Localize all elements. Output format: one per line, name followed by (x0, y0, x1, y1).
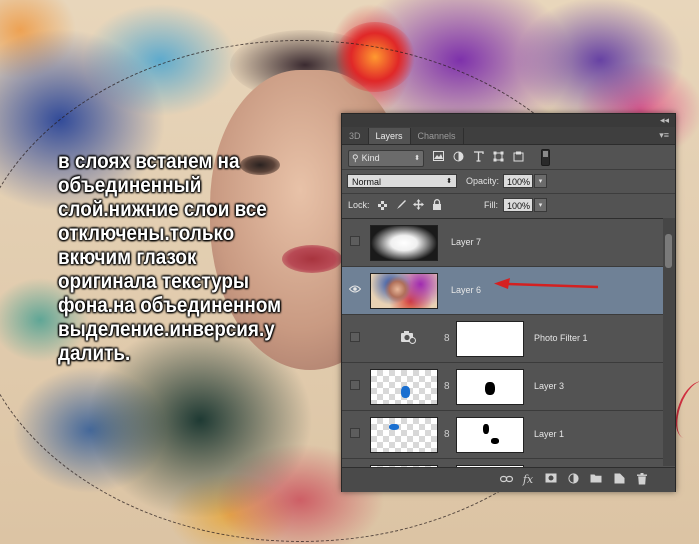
layer-thumbnail (370, 273, 438, 309)
tab-layers[interactable]: Layers (368, 128, 411, 144)
visibility-toggle[interactable] (350, 332, 360, 342)
opacity-input[interactable]: 100% (503, 174, 533, 188)
divider (342, 193, 675, 194)
visibility-toggle[interactable] (350, 428, 360, 438)
layer-name: Layer 1 (534, 429, 565, 439)
fill-slider-button[interactable]: ▾ (534, 198, 547, 212)
filter-kind-select[interactable]: ⚲ Kind ⬍ (348, 150, 424, 167)
visibility-toggle[interactable] (350, 236, 360, 246)
opacity-slider-button[interactable]: ▾ (534, 174, 547, 188)
layer-row-layer-1[interactable]: 8 Layer 1 (342, 411, 663, 459)
mask-shape (483, 424, 489, 434)
fill-label: Fill: (484, 200, 498, 210)
panel-footer: fx (342, 467, 675, 492)
fx-icon[interactable]: fx (521, 473, 535, 487)
layer-row-layer-7[interactable]: Layer 7 (342, 219, 663, 267)
tab-3d[interactable]: 3D (342, 128, 369, 144)
photo-filter-adjustment-icon (400, 330, 416, 346)
eye-icon[interactable] (348, 284, 362, 294)
mask-shape (485, 382, 495, 395)
panel-title-bar[interactable]: ◂◂ (342, 114, 675, 127)
layer-mask-thumbnail[interactable] (456, 417, 524, 453)
layer-thumbnail (370, 417, 438, 453)
trash-icon[interactable] (635, 473, 649, 487)
mask-link-icon[interactable]: 8 (444, 333, 450, 345)
mask-link-icon[interactable]: 8 (444, 429, 450, 441)
smart-object-filter-icon[interactable] (512, 151, 525, 164)
pixel-filter-icon[interactable] (432, 151, 445, 164)
mask-link-icon[interactable]: 8 (444, 381, 450, 393)
blend-row: Normal ⬍ Opacity: 100% ▾ (342, 171, 675, 193)
layer-mask-thumbnail[interactable] (456, 321, 524, 357)
red-arrow-annotation (494, 278, 598, 289)
fill-input[interactable]: 100% (503, 198, 533, 212)
shape-filter-icon[interactable] (492, 151, 505, 164)
link-icon[interactable] (499, 473, 513, 487)
layer-name: Layer 3 (534, 381, 565, 391)
layer-name: Photo Filter 1 (534, 333, 588, 343)
lock-all-icon[interactable] (431, 199, 443, 211)
layer-mask-thumbnail[interactable] (456, 369, 524, 405)
filter-kind-label: Kind (361, 153, 380, 163)
opacity-label: Opacity: (466, 176, 500, 186)
instruction-caption: в слоях встанем на объединенный слой.ниж… (58, 150, 282, 365)
panel-menu-icon[interactable]: ▾≡ (659, 130, 669, 141)
scrollbar-thumb[interactable] (665, 234, 672, 268)
filter-toggle-switch[interactable] (541, 149, 550, 166)
layer-filter-row: ⚲ Kind ⬍ (342, 148, 675, 170)
layers-panel: ◂◂ 3D Layers Channels ▾≡ ⚲ Kind ⬍ Normal… (341, 113, 676, 492)
new-group-icon[interactable] (589, 473, 603, 487)
search-icon: ⚲ (352, 153, 359, 163)
adjustment-filter-icon[interactable] (452, 151, 465, 164)
layer-name: Layer 6 (451, 285, 482, 295)
tab-channels[interactable]: Channels (411, 128, 464, 144)
panel-tabs: 3D Layers Channels ▾≡ (342, 127, 675, 145)
lock-label: Lock: (348, 200, 370, 210)
new-layer-icon[interactable] (612, 473, 626, 487)
layer-list: Layer 7 Layer 6 8 Photo Filter 1 8 Layer… (342, 218, 663, 467)
layer-name: Layer 7 (451, 237, 482, 247)
visibility-toggle[interactable] (350, 380, 360, 390)
dropdown-arrow-icon: ⬍ (446, 178, 452, 185)
lock-position-icon[interactable] (412, 199, 424, 211)
lock-row: Lock: Fill: 100% ▾ (342, 195, 675, 217)
dropdown-arrow-icon: ⬍ (414, 155, 420, 162)
blue-shape (389, 424, 399, 430)
adjustment-layer-icon[interactable] (566, 473, 580, 487)
lock-image-pixels-icon[interactable] (395, 199, 407, 211)
layer-thumbnail (370, 369, 438, 405)
divider (342, 169, 675, 170)
lock-transparent-pixels-icon[interactable] (378, 201, 387, 210)
add-mask-icon[interactable] (544, 473, 558, 487)
layer-row-photo-filter-1[interactable]: 8 Photo Filter 1 (342, 315, 663, 363)
layer-row-partial[interactable] (342, 459, 663, 467)
collapse-icon[interactable]: ◂◂ (660, 115, 669, 126)
layer-row-layer-3[interactable]: 8 Layer 3 (342, 363, 663, 411)
blend-mode-value: Normal (352, 177, 382, 187)
mask-shape (491, 438, 499, 444)
blue-shape (401, 386, 410, 398)
type-filter-icon[interactable] (472, 151, 485, 164)
layer-list-scrollbar[interactable] (663, 218, 675, 466)
layer-thumbnail (370, 225, 438, 261)
blend-mode-select[interactable]: Normal ⬍ (347, 174, 457, 188)
